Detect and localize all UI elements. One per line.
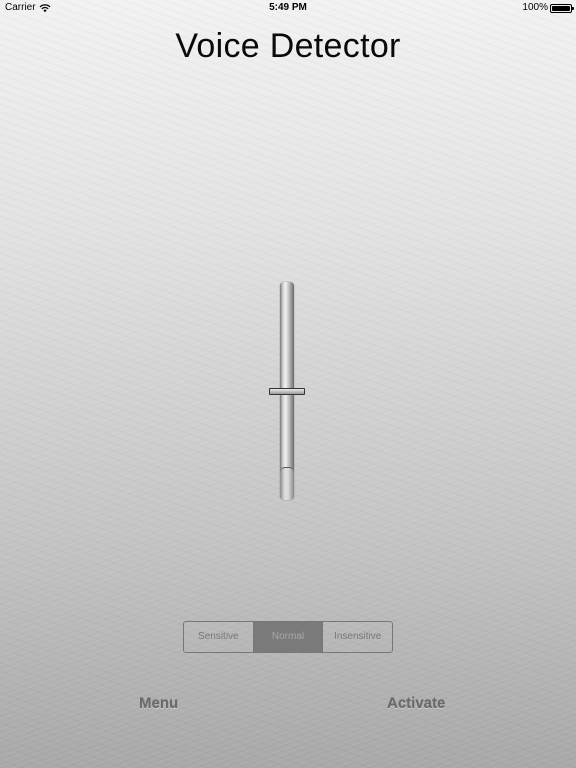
status-time: 5:49 PM	[269, 2, 307, 13]
segment-insensitive[interactable]: Insensitive	[323, 622, 392, 652]
segment-normal[interactable]: Normal	[253, 622, 324, 652]
battery-percent: 100%	[522, 2, 548, 13]
battery-fill	[552, 5, 570, 11]
status-bar: Carrier 5:49 PM 100%	[0, 0, 576, 16]
page-title: Voice Detector	[175, 27, 401, 65]
segment-sensitive[interactable]: Sensitive	[184, 622, 254, 652]
sensitivity-segmented-control[interactable]: Sensitive Normal Insensitive	[183, 621, 393, 653]
battery-icon	[550, 3, 574, 13]
slider-thumb[interactable]	[269, 387, 305, 395]
menu-button[interactable]: Menu	[139, 695, 178, 712]
sensitivity-slider[interactable]	[268, 282, 308, 502]
slider-track-base	[280, 467, 294, 500]
status-right: 100%	[522, 0, 574, 16]
activate-button[interactable]: Activate	[387, 695, 445, 712]
